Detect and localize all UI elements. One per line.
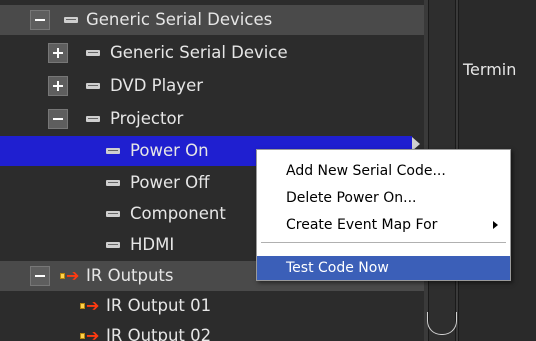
menu-item-delete-power-on[interactable]: Delete Power On...	[257, 186, 510, 210]
tree-item-label: Component	[130, 204, 226, 223]
collapse-toggle[interactable]	[30, 266, 50, 286]
serial-port-icon	[86, 83, 100, 89]
ir-output-icon: ➔	[80, 298, 100, 314]
tree-item-ir-output-02[interactable]: ➔ IR Output 02	[0, 321, 424, 341]
tree-item-projector[interactable]: Projector	[0, 104, 424, 134]
expand-toggle[interactable]	[48, 43, 68, 63]
collapse-toggle[interactable]	[30, 10, 50, 30]
serial-port-icon	[106, 242, 120, 248]
menu-item-label: Test Code Now	[286, 260, 389, 276]
menu-item-create-event-map-for[interactable]: Create Event Map For	[257, 213, 510, 237]
ir-output-icon: ➔	[60, 268, 80, 284]
serial-port-icon	[86, 116, 100, 122]
tree-item-label: DVD Player	[110, 76, 203, 95]
menu-item-label: Create Event Map For	[286, 217, 438, 233]
tree-item-label: IR Output 01	[106, 296, 212, 315]
collapse-toggle[interactable]	[48, 109, 68, 129]
tree-item-label: Generic Serial Device	[110, 43, 288, 62]
tree-item-label: IR Outputs	[86, 266, 174, 285]
submenu-arrow-icon	[493, 221, 498, 229]
context-menu: Add New Serial Code... Delete Power On..…	[256, 149, 511, 281]
tree-item-label: Projector	[110, 109, 184, 128]
tree-item-generic-serial-devices[interactable]: Generic Serial Devices	[0, 5, 424, 35]
tree-item-generic-serial-device[interactable]: Generic Serial Device	[0, 38, 424, 68]
tree-item-label: Power Off	[130, 173, 210, 192]
menu-item-add-new-serial-code[interactable]: Add New Serial Code...	[257, 159, 510, 183]
tree-item-label: Power On	[130, 141, 209, 160]
menu-separator	[261, 242, 506, 243]
menu-item-label: Delete Power On...	[286, 190, 417, 206]
tree-item-ir-output-01[interactable]: ➔ IR Output 01	[0, 291, 424, 321]
menu-item-test-code-now[interactable]: Test Code Now	[257, 256, 510, 280]
ir-output-icon: ➔	[80, 328, 100, 341]
serial-port-icon	[106, 148, 120, 154]
serial-port-icon	[106, 180, 120, 186]
serial-port-icon	[86, 50, 100, 56]
menu-item-label: Add New Serial Code...	[286, 163, 446, 179]
tree-item-label: IR Output 02	[106, 326, 212, 341]
tree-item-label: HDMI	[130, 235, 175, 254]
serial-port-icon	[64, 17, 78, 23]
tree-item-dvd-player[interactable]: DVD Player	[0, 71, 424, 101]
terminal-label: Termin	[463, 60, 517, 79]
expand-toggle[interactable]	[48, 76, 68, 96]
serial-port-icon	[106, 211, 120, 217]
tree-item-label: Generic Serial Devices	[86, 10, 273, 29]
